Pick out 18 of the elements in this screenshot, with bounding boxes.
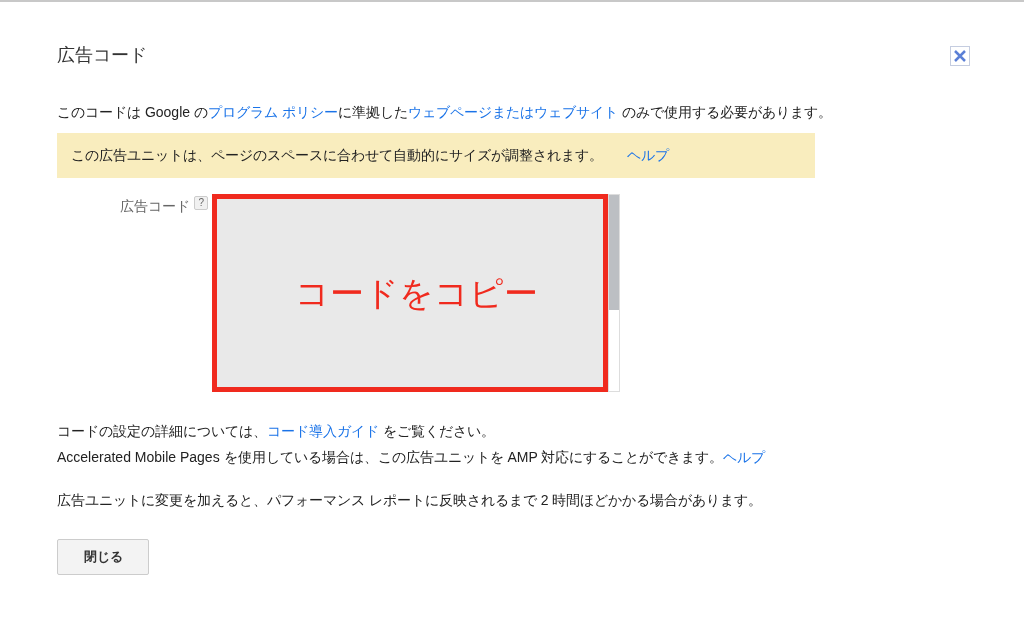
link[interactable]: コード導入ガイド bbox=[267, 423, 379, 439]
link[interactable]: ウェブページまたはウェブサイト bbox=[407, 104, 618, 120]
alert-text: この広告ユニットは、ページのスペースに合わせて自動的にサイズが調整されます。 bbox=[71, 146, 603, 165]
field-label: 広告コード bbox=[120, 197, 191, 216]
footer-note: 広告ユニットに変更を加えると、パフォーマンス レポートに反映されるまで 2 時間ほどかかる場合があります。 bbox=[57, 491, 764, 510]
help-icon[interactable]: ? bbox=[194, 196, 208, 210]
link[interactable]: ヘルプ bbox=[723, 449, 766, 465]
code-textarea[interactable]: コードをコピー bbox=[212, 194, 608, 392]
dialog-title: 広告コード bbox=[57, 44, 147, 67]
notice-text: このコードは Google のプログラム ポリシーに準拠したウェブページまたはウェブサイト のみで使用する必要があります。 bbox=[57, 103, 833, 122]
annotation-text: コードをコピー bbox=[293, 272, 538, 314]
info-text: Accelerated Mobile Pages を使用している場合は、この広告ユニットを AMP 対応にすることができます。ヘルプ bbox=[57, 448, 767, 467]
scrollbar[interactable] bbox=[608, 194, 620, 392]
info-text: コードの設定の詳細については、コード導入ガイド をご覧ください。 bbox=[57, 422, 496, 441]
link[interactable]: プログラム ポリシー bbox=[207, 104, 338, 120]
help-link[interactable]: ヘルプ bbox=[627, 145, 669, 166]
close-icon[interactable] bbox=[950, 45, 970, 66]
close-button[interactable]: 閉じる bbox=[57, 539, 149, 575]
